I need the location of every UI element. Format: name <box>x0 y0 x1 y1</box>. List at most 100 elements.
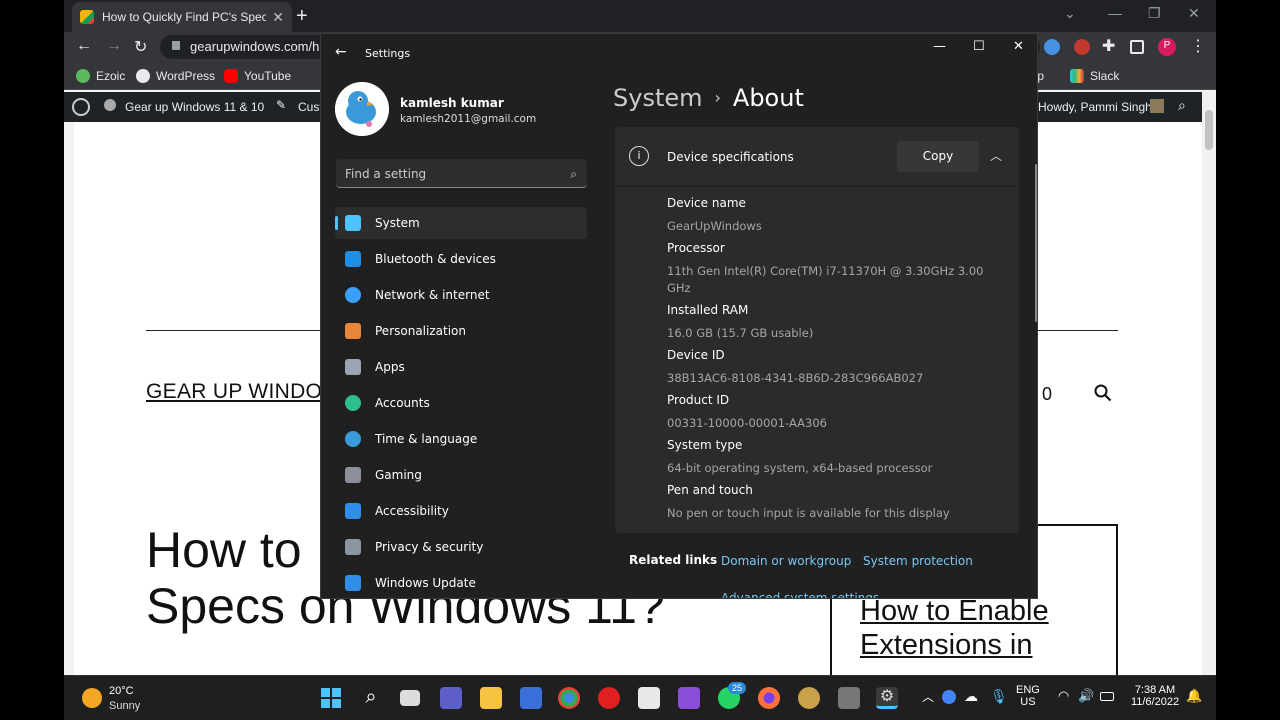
spec-value: 11th Gen Intel(R) Core(TM) i7-11370H @ 3… <box>667 264 984 295</box>
search-icon[interactable]: ⌕ <box>360 687 382 709</box>
copy-button[interactable]: Copy <box>897 141 979 172</box>
find-setting-search[interactable]: Find a setting ⌕ <box>336 159 587 188</box>
nav-item-system[interactable]: System <box>335 207 587 239</box>
bookmark-wordpress[interactable]: WordPress <box>136 69 215 83</box>
bookmark-youtube[interactable]: YouTube <box>224 69 291 83</box>
settings-scrollbar[interactable] <box>1035 164 1037 322</box>
nav-item-time-language[interactable]: Time & language <box>335 423 587 455</box>
weather-temp[interactable]: 20°C <box>109 685 134 697</box>
app-icon[interactable] <box>838 687 860 709</box>
close-icon[interactable]: ✕ <box>1013 39 1024 54</box>
extensions-puzzle-icon[interactable]: ✚ <box>1102 36 1115 56</box>
profile-avatar-icon[interactable]: P <box>1158 38 1176 56</box>
clock[interactable]: 7:38 AM 11/6/2022 <box>1126 684 1184 708</box>
taskbar: 20°C Sunny ⌕ 25 ⚙ ︿ ☁ 🎙 ENG US ◠ 🔊 7:38 <box>64 675 1216 720</box>
wordpress-logo-icon[interactable] <box>72 98 90 116</box>
user-email: kamlesh2011@gmail.com <box>400 113 537 125</box>
site-title-link[interactable]: GEAR UP WINDOV <box>146 380 337 404</box>
browser-tab[interactable]: How to Quickly Find PC's Specs o ✕ <box>72 2 292 32</box>
settings-gear-icon[interactable]: ⚙ <box>876 687 898 709</box>
advanced-system-settings-link[interactable]: Advanced system settings <box>721 591 879 598</box>
wifi-icon[interactable]: ◠ <box>1058 688 1069 704</box>
customize-link[interactable]: Cust <box>298 100 323 114</box>
sun-icon[interactable] <box>82 688 102 708</box>
page-scrollbar[interactable] <box>1202 92 1216 682</box>
onedrive-icon[interactable]: ☁ <box>964 688 978 705</box>
maximize-browser-icon[interactable]: ❐ <box>1148 5 1161 22</box>
time-language-icon <box>345 431 361 447</box>
weather-desc[interactable]: Sunny <box>109 700 140 712</box>
huawei-icon[interactable] <box>598 687 620 709</box>
personalization-icon <box>345 323 361 339</box>
clipchamp-icon[interactable] <box>678 687 700 709</box>
minimize-icon[interactable]: — <box>933 39 946 54</box>
teams-chat-icon[interactable] <box>440 687 462 709</box>
bookmark-label: YouTube <box>244 69 292 83</box>
bookmark-slack[interactable]: Slack <box>1070 69 1119 83</box>
spec-row: Installed RAM 16.0 GB (15.7 GB usable) <box>667 303 987 342</box>
forward-icon[interactable]: → <box>106 37 122 55</box>
search-icon[interactable]: ⌕ <box>1178 97 1186 114</box>
start-windows-icon[interactable] <box>320 687 342 709</box>
search-icon[interactable] <box>1094 384 1112 402</box>
breadcrumb-system[interactable]: System <box>613 84 703 112</box>
specs-header[interactable]: i Device specifications Copy ︿ <box>615 127 1019 187</box>
bird-avatar-icon <box>335 82 389 136</box>
close-tab-icon[interactable]: ✕ <box>272 9 284 26</box>
user-avatar-icon[interactable] <box>1150 99 1164 113</box>
nav-item-bluetooth-devices[interactable]: Bluetooth & devices <box>335 243 587 275</box>
related-article-link[interactable]: How to Enable Extensions in <box>860 594 1110 662</box>
wp-site-link[interactable]: Gear up Windows 11 & 10 <box>125 100 264 114</box>
menu-dots-icon[interactable]: ⋮ <box>1190 36 1206 56</box>
nav-item-accessibility[interactable]: Accessibility <box>335 495 587 527</box>
related-links-label: Related links <box>629 553 718 567</box>
notepad-icon[interactable] <box>638 687 660 709</box>
chevron-up-icon[interactable]: ︿ <box>990 147 1002 164</box>
back-arrow-icon[interactable]: ← <box>335 44 347 60</box>
nav-item-label: Gaming <box>375 468 422 482</box>
firefox-icon[interactable] <box>758 687 780 709</box>
system-protection-link[interactable]: System protection <box>863 554 973 568</box>
minimize-browser-icon[interactable]: — <box>1108 5 1122 21</box>
domain-workgroup-link[interactable]: Domain or workgroup <box>721 554 851 568</box>
side-panel-icon[interactable] <box>1130 40 1144 54</box>
nav-item-personalization[interactable]: Personalization <box>335 315 587 347</box>
howdy-link[interactable]: Howdy, Pammi Singh <box>1038 100 1152 114</box>
extension-icon[interactable] <box>1074 39 1090 55</box>
language-indicator[interactable]: ENG US <box>1016 684 1040 708</box>
related-links: Related links Domain or workgroup System… <box>615 534 1019 598</box>
tab-search-icon[interactable]: ⌄ <box>1064 5 1076 22</box>
tray-chrome-icon[interactable] <box>942 690 956 704</box>
nav-item-apps[interactable]: Apps <box>335 351 587 383</box>
task-view-icon[interactable] <box>400 690 420 706</box>
spec-label: Device ID <box>667 348 725 362</box>
nav-item-privacy-security[interactable]: Privacy & security <box>335 531 587 563</box>
user-avatar[interactable] <box>335 82 389 136</box>
volume-icon[interactable]: 🔊 <box>1078 688 1094 704</box>
back-icon[interactable]: ← <box>76 37 92 55</box>
chrome-icon[interactable] <box>558 687 580 709</box>
nav-item-network-internet[interactable]: Network & internet <box>335 279 587 311</box>
microphone-icon[interactable]: 🎙 <box>990 688 1008 705</box>
nav-item-windows-update[interactable]: Windows Update <box>335 567 587 598</box>
nav-item-gaming[interactable]: Gaming <box>335 459 587 491</box>
bookmark-label: Slack <box>1090 69 1120 83</box>
nav-item-accounts[interactable]: Accounts <box>335 387 587 419</box>
battery-icon[interactable] <box>1100 692 1114 701</box>
store-icon[interactable] <box>520 687 542 709</box>
new-tab-icon[interactable]: + <box>296 5 308 28</box>
notifications-bell-icon[interactable]: 🔔 <box>1186 688 1202 704</box>
bookmark-ezoic[interactable]: Ezoic <box>76 69 125 83</box>
extension-icon[interactable] <box>1044 39 1060 55</box>
spec-value: 38B13AC6-8108-4341-8B6D-283C966AB027 <box>667 371 924 385</box>
apps-icon <box>345 359 361 375</box>
chevron-up-icon[interactable]: ︿ <box>922 688 934 705</box>
close-browser-icon[interactable]: ✕ <box>1188 5 1200 22</box>
scrollbar-thumb[interactable] <box>1205 110 1213 150</box>
settings-window: ← Settings — ☐ ✕ kamlesh kumar kamlesh20… <box>320 33 1038 599</box>
nav-fragment[interactable]: 0 <box>1042 384 1052 405</box>
reload-icon[interactable]: ↻ <box>134 37 147 57</box>
file-explorer-icon[interactable] <box>480 687 502 709</box>
app-icon[interactable] <box>798 687 820 709</box>
maximize-icon[interactable]: ☐ <box>973 39 985 54</box>
